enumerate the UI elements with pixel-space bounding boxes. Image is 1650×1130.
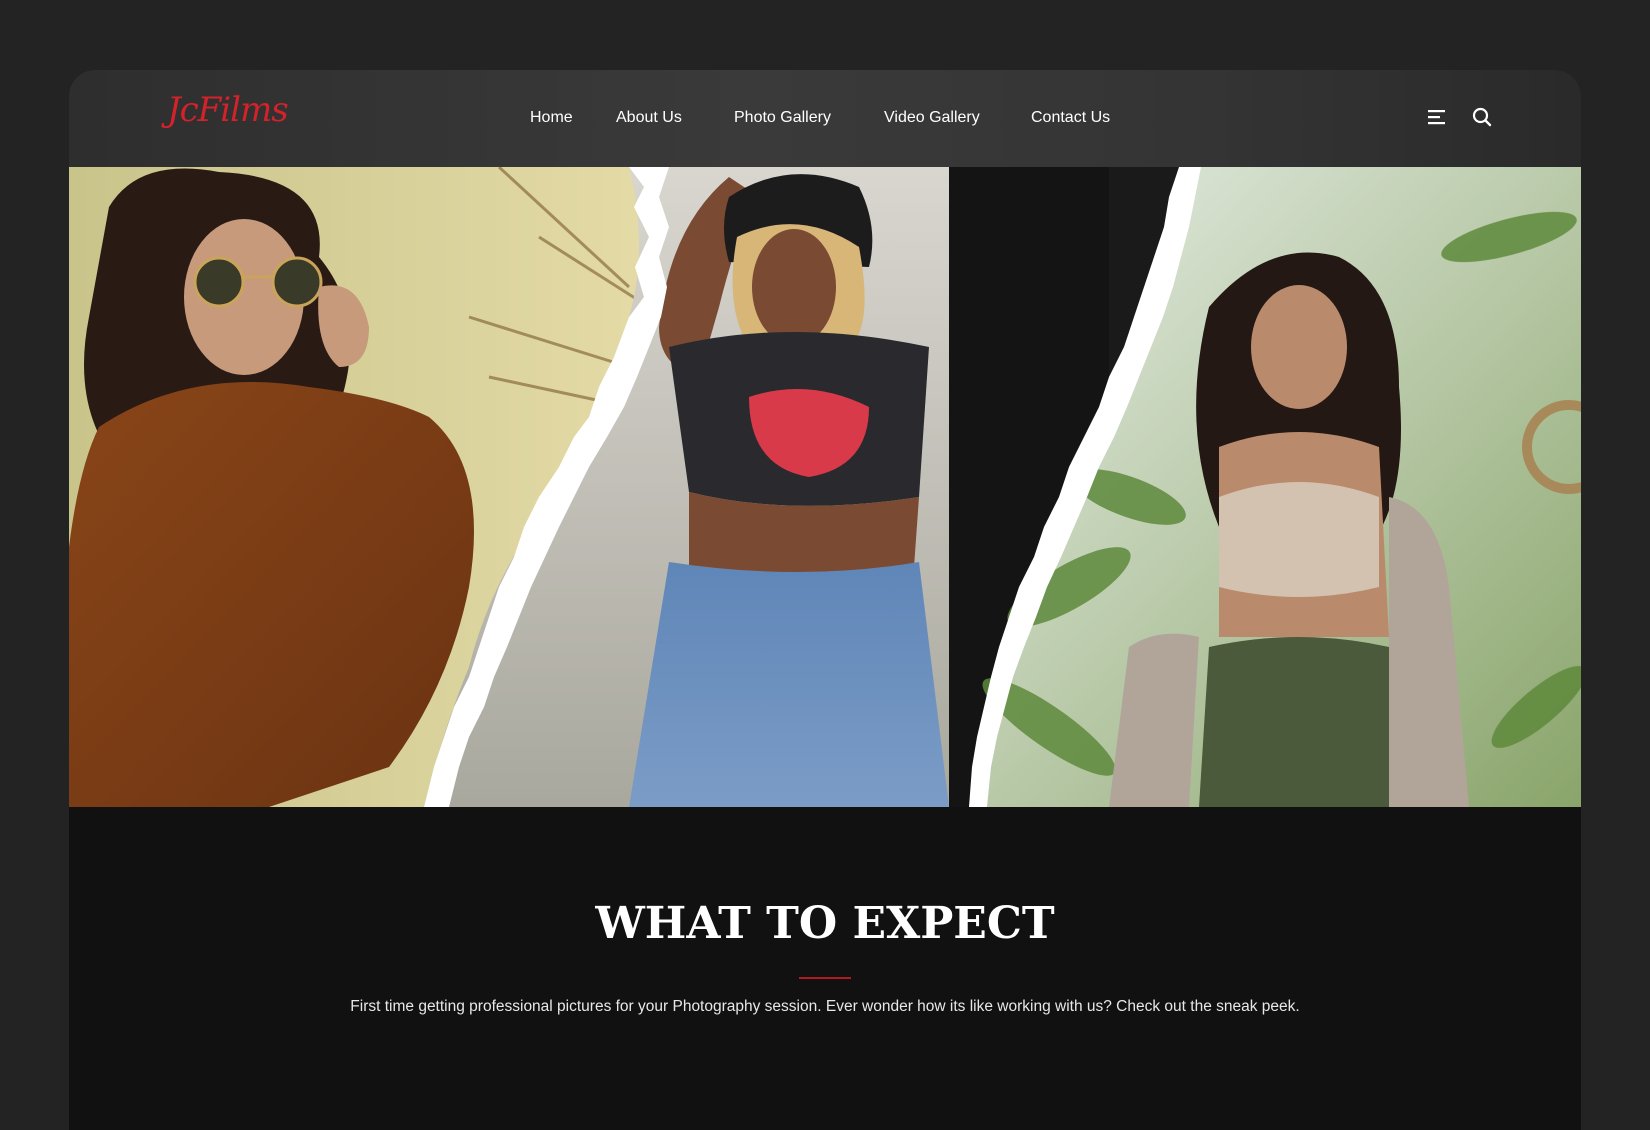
section-title: WHAT TO EXPECT [595,898,1055,949]
nav-contact-us[interactable]: Contact Us [1031,100,1110,136]
nav-video-gallery[interactable]: Video Gallery [884,100,980,136]
menu-icon[interactable] [1425,104,1451,130]
site-logo[interactable]: JcFilms [167,90,289,130]
search-icon[interactable] [1469,104,1495,130]
what-to-expect-section: WHAT TO EXPECT First time getting profes… [69,807,1581,1107]
nav-home[interactable]: Home [530,100,573,136]
hero-banner [69,167,1581,807]
title-divider [799,977,851,979]
nav-about-us[interactable]: About Us [616,100,682,136]
nav-photo-gallery[interactable]: Photo Gallery [734,100,831,136]
section-description: First time getting professional pictures… [350,998,1300,1015]
site-frame: JcFilms Home About Us Photo Gallery Vide… [69,70,1581,1130]
site-header: JcFilms Home About Us Photo Gallery Vide… [69,70,1581,167]
